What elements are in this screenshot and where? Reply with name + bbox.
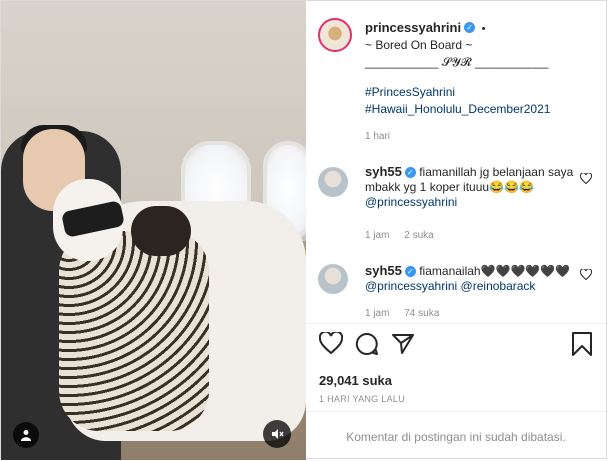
comment-time: 1 jam — [365, 230, 390, 241]
verified-badge-icon: ✓ — [464, 22, 476, 34]
mention-link[interactable]: @princessyahrini @reinobarack — [365, 279, 535, 293]
heart-icon[interactable] — [318, 330, 344, 359]
comment-meta: 1 jam 2 suka — [365, 230, 434, 241]
commenter-username[interactable]: syh55 — [365, 164, 402, 179]
mention-link[interactable]: @princessyahrini — [365, 195, 457, 209]
speaker-muted-icon[interactable] — [263, 420, 291, 448]
action-bar — [306, 323, 606, 368]
caption-time: 1 hari — [365, 131, 391, 142]
instagram-post: princessyahrini ✓ • ~ Bored On Board ~ __… — [0, 0, 607, 460]
verified-badge-icon: ✓ — [404, 266, 416, 278]
comment-icon[interactable] — [355, 332, 379, 361]
post-sidebar: princessyahrini ✓ • ~ Bored On Board ~ __… — [306, 1, 606, 460]
bookmark-icon[interactable] — [571, 332, 593, 361]
comment-body: fiamanailah🖤🖤🖤🖤🖤🖤 — [419, 264, 571, 278]
user-icon[interactable] — [13, 422, 39, 448]
post-media[interactable] — [1, 1, 306, 460]
author-avatar[interactable] — [318, 18, 352, 52]
fur-collar — [131, 206, 191, 256]
author-username[interactable]: princessyahrini — [365, 20, 461, 35]
comment-text: syh55 ✓ fiamanailah🖤🖤🖤🖤🖤🖤 @princessyahrin… — [365, 263, 580, 294]
hashtag-link[interactable]: #Hawaii_Honolulu_December2021 — [365, 102, 550, 117]
post-time-ago[interactable]: 1 HARI YANG LALU — [319, 394, 405, 404]
commenter-avatar[interactable] — [318, 167, 348, 197]
comment-likes[interactable]: 2 suka — [404, 230, 433, 241]
patterned-coat — [59, 231, 209, 431]
comment-like-heart-icon[interactable] — [579, 268, 593, 283]
commenter-username[interactable]: syh55 — [365, 263, 402, 278]
comments-closed-notice: Komentar di postingan ini sudah dibatasi… — [306, 411, 606, 461]
separator-dot: • — [481, 23, 486, 35]
comment-likes[interactable]: 74 suka — [404, 308, 439, 319]
caption-and-comments[interactable]: princessyahrini ✓ • ~ Bored On Board ~ __… — [306, 1, 606, 321]
caption-line: ~ Bored On Board ~ — [365, 38, 473, 52]
send-icon[interactable] — [391, 332, 415, 361]
verified-badge-icon: ✓ — [404, 167, 416, 179]
likes-count[interactable]: 29,041 suka — [319, 373, 392, 388]
comment-time: 1 jam — [365, 308, 390, 319]
comment-text: syh55 ✓ fiamanillah jg belanjaan saya mba… — [365, 164, 580, 210]
hashtag-link[interactable]: #PrincesSyahrini — [365, 85, 455, 100]
comment-meta: 1 jam 74 suka — [365, 308, 439, 319]
comment-like-heart-icon[interactable] — [579, 172, 593, 187]
caption-line: ___________ 𝓢𝓨𝓡 ___________ — [365, 55, 549, 69]
author-row: princessyahrini ✓ • — [365, 19, 485, 37]
commenter-avatar[interactable] — [318, 264, 348, 294]
